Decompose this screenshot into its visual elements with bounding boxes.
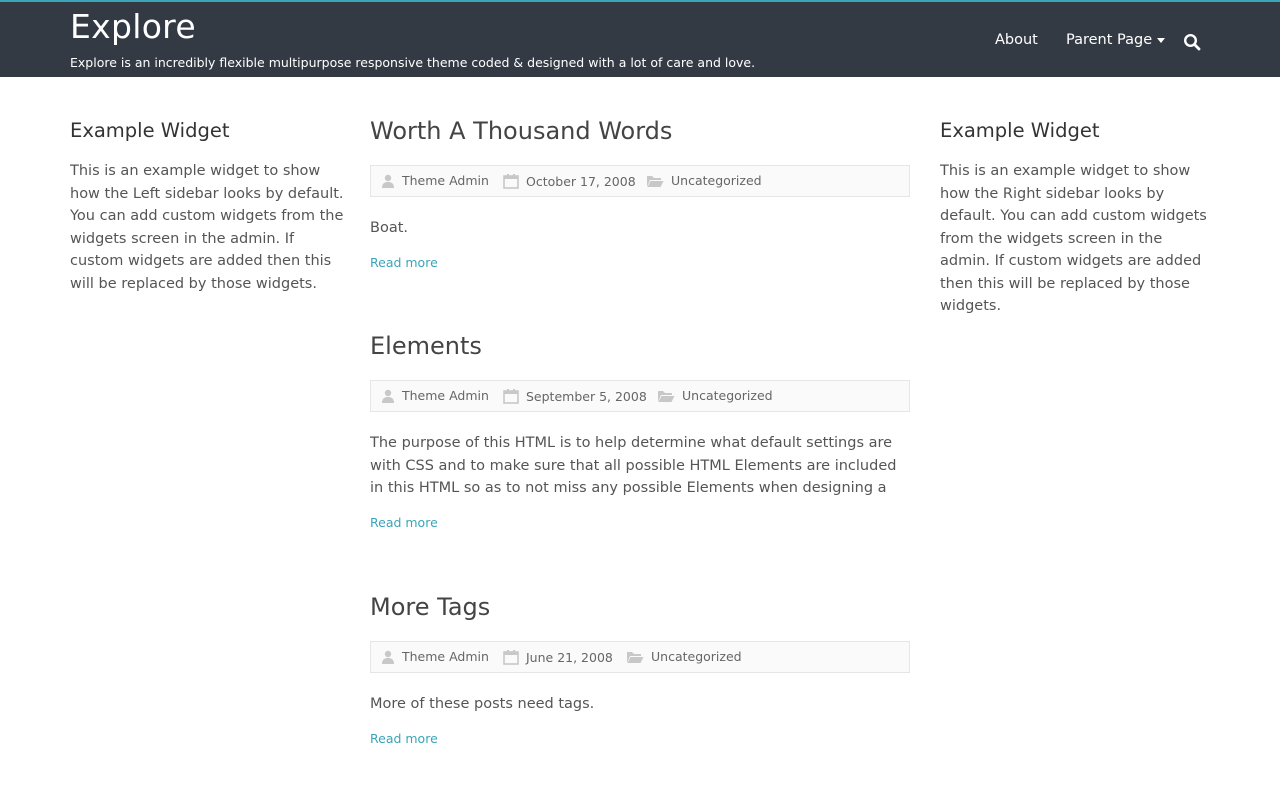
calendar-icon: [503, 174, 519, 189]
user-icon: [382, 174, 394, 188]
post-category-label: Uncategorized: [671, 173, 762, 188]
post-author[interactable]: Theme Admin: [381, 388, 489, 403]
post-date-label: October 17, 2008: [526, 173, 636, 189]
post-category-label: Uncategorized: [682, 388, 773, 403]
post-date-label: June 21, 2008: [526, 649, 613, 665]
folder-icon: [658, 390, 675, 402]
post-date-label: September 5, 2008: [526, 388, 647, 404]
caret-down-icon: [1157, 37, 1166, 43]
widget-title: Example Widget: [940, 119, 1100, 142]
post: Worth A Thousand Words Theme Admin Octob…: [370, 117, 910, 271]
post-category[interactable]: Uncategorized: [646, 173, 762, 188]
post-date[interactable]: June 21, 2008: [503, 649, 613, 665]
left-sidebar-widget: Example Widget This is an example widget…: [70, 119, 345, 295]
post-date[interactable]: October 17, 2008: [503, 173, 636, 189]
post: Elements Theme Admin September 5, 2008 U…: [370, 332, 910, 531]
read-more-link[interactable]: Read more: [370, 515, 438, 530]
site-title[interactable]: Explore: [70, 7, 196, 46]
post-meta: Theme Admin October 17, 2008 Uncategoriz…: [370, 165, 910, 197]
site-header: Explore Explore is an incredibly flexibl…: [0, 0, 1280, 77]
post-excerpt: The purpose of this HTML is to help dete…: [370, 435, 897, 496]
user-icon: [382, 389, 394, 403]
read-more-link[interactable]: Read more: [370, 255, 438, 270]
post-author[interactable]: Theme Admin: [381, 173, 489, 188]
post: More Tags Theme Admin June 21, 2008 Unca…: [370, 593, 910, 747]
folder-icon: [627, 651, 644, 663]
post-category[interactable]: Uncategorized: [657, 388, 773, 403]
post-author-label: Theme Admin: [402, 649, 489, 664]
nav-item-about[interactable]: About: [995, 32, 1038, 48]
post-category-label: Uncategorized: [651, 649, 742, 664]
calendar-icon: [503, 389, 519, 404]
user-icon: [382, 650, 394, 664]
post-excerpt: Boat.: [370, 220, 408, 236]
folder-icon: [647, 175, 664, 187]
site-description: Explore is an incredibly flexible multip…: [70, 55, 756, 70]
post-meta: Theme Admin June 21, 2008 Uncategorized: [370, 641, 910, 673]
post-meta: Theme Admin September 5, 2008 Uncategori…: [370, 380, 910, 412]
widget-text: This is an example widget to show how th…: [70, 163, 344, 292]
post-author[interactable]: Theme Admin: [381, 649, 489, 664]
calendar-icon: [503, 650, 519, 665]
widget-title: Example Widget: [70, 119, 230, 142]
read-more-link[interactable]: Read more: [370, 731, 438, 746]
post-author-label: Theme Admin: [402, 173, 489, 188]
right-sidebar-widget: Example Widget This is an example widget…: [940, 119, 1215, 318]
post-category[interactable]: Uncategorized: [626, 649, 742, 664]
post-date[interactable]: September 5, 2008: [503, 388, 647, 404]
widget-text: This is an example widget to show how th…: [940, 163, 1207, 314]
post-excerpt: More of these posts need tags.: [370, 696, 595, 712]
post-author-label: Theme Admin: [402, 388, 489, 403]
nav-item-parent-page[interactable]: Parent Page: [1066, 32, 1166, 48]
search-icon[interactable]: [1183, 33, 1201, 51]
post-title[interactable]: Worth A Thousand Words: [370, 117, 910, 153]
nav-item-label: Parent Page: [1066, 32, 1153, 48]
post-title[interactable]: Elements: [370, 332, 910, 368]
post-title[interactable]: More Tags: [370, 593, 910, 629]
